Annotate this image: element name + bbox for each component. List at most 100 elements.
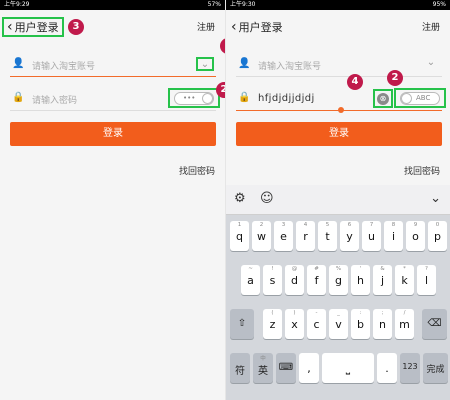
collapse-keyboard-icon[interactable]: ⌄ bbox=[430, 191, 441, 206]
comma-key[interactable]: , bbox=[299, 353, 319, 383]
key-char: i bbox=[391, 230, 396, 243]
nav-bar: ‹ 用户登录 注册 bbox=[226, 10, 450, 44]
username-field[interactable]: 👤 请输入淘宝账号 ⌄ bbox=[236, 53, 442, 77]
key[interactable]: ? l bbox=[417, 265, 436, 295]
password-visibility-toggle[interactable]: ••• bbox=[174, 92, 214, 105]
key[interactable]: * k bbox=[395, 265, 414, 295]
account-dropdown-button[interactable]: ⌄ bbox=[196, 57, 214, 71]
key[interactable]: ~ a bbox=[241, 265, 260, 295]
key-sub: 1 bbox=[237, 222, 242, 228]
key[interactable]: @ d bbox=[285, 265, 304, 295]
forgot-password-link[interactable]: 找回密码 bbox=[404, 164, 440, 177]
key[interactable]: 9o bbox=[406, 221, 425, 251]
shift-key[interactable]: ⇧ bbox=[230, 309, 254, 339]
login-button[interactable]: 登录 bbox=[10, 122, 216, 146]
key[interactable]: 5t bbox=[318, 221, 337, 251]
annotation-badge-4: 4 bbox=[347, 74, 363, 90]
username-field[interactable]: 👤 请输入淘宝账号 ⌄ bbox=[10, 53, 216, 77]
key[interactable]: 4r bbox=[296, 221, 315, 251]
key[interactable]: 1q bbox=[230, 221, 249, 251]
key-char: l bbox=[424, 274, 429, 287]
key-char: u bbox=[368, 230, 375, 243]
lock-icon: 🔒 bbox=[12, 92, 25, 103]
login-button[interactable]: 登录 bbox=[236, 122, 442, 146]
password-visibility-toggle[interactable]: ABC bbox=[400, 92, 440, 105]
language-switch-key[interactable]: 中英 bbox=[253, 353, 273, 383]
key[interactable]: # f bbox=[307, 265, 326, 295]
key-row-2: ~ a ! s @ d # f % g ' h & j * k ? l bbox=[226, 265, 450, 297]
key-sub: @ bbox=[291, 266, 298, 272]
key[interactable]: -c bbox=[307, 309, 326, 339]
register-link[interactable]: 注册 bbox=[197, 20, 215, 33]
done-key[interactable]: 完成 bbox=[423, 353, 448, 383]
user-icon: 👤 bbox=[238, 58, 251, 69]
key[interactable]: 7u bbox=[362, 221, 381, 251]
key[interactable]: ; n bbox=[373, 309, 392, 339]
chevron-left-icon: ‹ bbox=[231, 19, 237, 35]
key-sub: 2 bbox=[259, 222, 264, 228]
key[interactable]: ! s bbox=[263, 265, 282, 295]
key[interactable]: 2w bbox=[252, 221, 271, 251]
period-key[interactable]: . bbox=[377, 353, 397, 383]
symbol-key[interactable]: 符 bbox=[230, 353, 250, 383]
key-row-3: ⇧ (z ) x -c _ v :b ; n / m ⌫ bbox=[226, 309, 450, 341]
key[interactable]: 8i bbox=[384, 221, 403, 251]
key-sub: _ bbox=[337, 310, 340, 316]
key-sub: * bbox=[403, 266, 406, 272]
field-underline bbox=[10, 75, 216, 77]
space-icon: ⎵ bbox=[345, 362, 351, 375]
key-char: e bbox=[280, 230, 287, 243]
username-placeholder: 请输入淘宝账号 bbox=[258, 62, 322, 72]
key[interactable]: ) x bbox=[285, 309, 304, 339]
key[interactable]: & j bbox=[373, 265, 392, 295]
emoji-icon[interactable]: ☺ bbox=[260, 191, 274, 206]
left-screen: 上午9:29 57% ‹ 用户登录 注册 3 👤 请输入淘宝账号 ⌄ 1 🔒 请… bbox=[0, 0, 225, 400]
key[interactable]: 0p bbox=[428, 221, 447, 251]
settings-icon[interactable]: ⚙ bbox=[234, 191, 246, 206]
back-button[interactable]: ‹ 用户登录 bbox=[2, 17, 64, 37]
space-key[interactable]: ⎵ bbox=[322, 353, 374, 383]
toggle-dots: ••• bbox=[183, 94, 196, 102]
key-sub: & bbox=[380, 266, 385, 272]
status-bar: 上午9:29 57% bbox=[0, 0, 225, 10]
chevron-left-icon: ‹ bbox=[7, 19, 13, 35]
key[interactable]: 6y bbox=[340, 221, 359, 251]
key[interactable]: :b bbox=[351, 309, 370, 339]
keyboard-mode-key[interactable]: ⌨ bbox=[276, 353, 296, 383]
field-underline bbox=[236, 76, 442, 77]
account-dropdown-button[interactable]: ⌄ bbox=[422, 57, 440, 71]
password-field[interactable]: 🔒 请输入密码 ••• bbox=[10, 87, 220, 111]
key-sub: 4 bbox=[303, 222, 308, 228]
key[interactable]: _ v bbox=[329, 309, 348, 339]
key-char: q bbox=[236, 230, 243, 243]
key[interactable]: 3e bbox=[274, 221, 293, 251]
key-sub: 5 bbox=[325, 222, 330, 228]
key-char: v bbox=[335, 318, 342, 331]
period-label: . bbox=[385, 362, 389, 375]
status-bar: 上午9:30 95% bbox=[226, 0, 450, 10]
key-sub: 7 bbox=[369, 222, 374, 228]
key-char: g bbox=[335, 274, 342, 287]
text-cursor-handle[interactable] bbox=[338, 107, 344, 113]
key[interactable]: / m bbox=[395, 309, 414, 339]
clear-icon[interactable]: ⊗ bbox=[377, 93, 389, 105]
key[interactable]: (z bbox=[263, 309, 282, 339]
done-label: 完成 bbox=[426, 365, 445, 375]
numbers-key[interactable]: 123 bbox=[400, 353, 420, 383]
forgot-password-link[interactable]: 找回密码 bbox=[179, 164, 215, 177]
register-link[interactable]: 注册 bbox=[422, 20, 440, 33]
key-row-1: 1q 2w 3e 4r 5t 6y 7u 8i 9o 0p bbox=[226, 221, 450, 253]
comma-label: , bbox=[307, 362, 311, 375]
password-field[interactable]: 🔒 hfjdjdjjdjdj ⊗ ABC bbox=[236, 87, 446, 113]
battery-level: 57% bbox=[207, 1, 221, 8]
key-char: z bbox=[269, 318, 276, 331]
numbers-label: 123 bbox=[402, 362, 418, 371]
key-sub: ; bbox=[381, 310, 384, 316]
back-button[interactable]: ‹ 用户登录 bbox=[228, 17, 286, 37]
key-char: h bbox=[357, 274, 364, 287]
backspace-key[interactable]: ⌫ bbox=[422, 309, 447, 339]
key[interactable]: % g bbox=[329, 265, 348, 295]
key[interactable]: ' h bbox=[351, 265, 370, 295]
key-sub: / bbox=[403, 310, 406, 316]
soft-keyboard: ⚙ ☺ ⌄ 1q 2w 3e 4r 5t 6y 7u 8i 9o 0p ~ a !… bbox=[226, 185, 450, 400]
